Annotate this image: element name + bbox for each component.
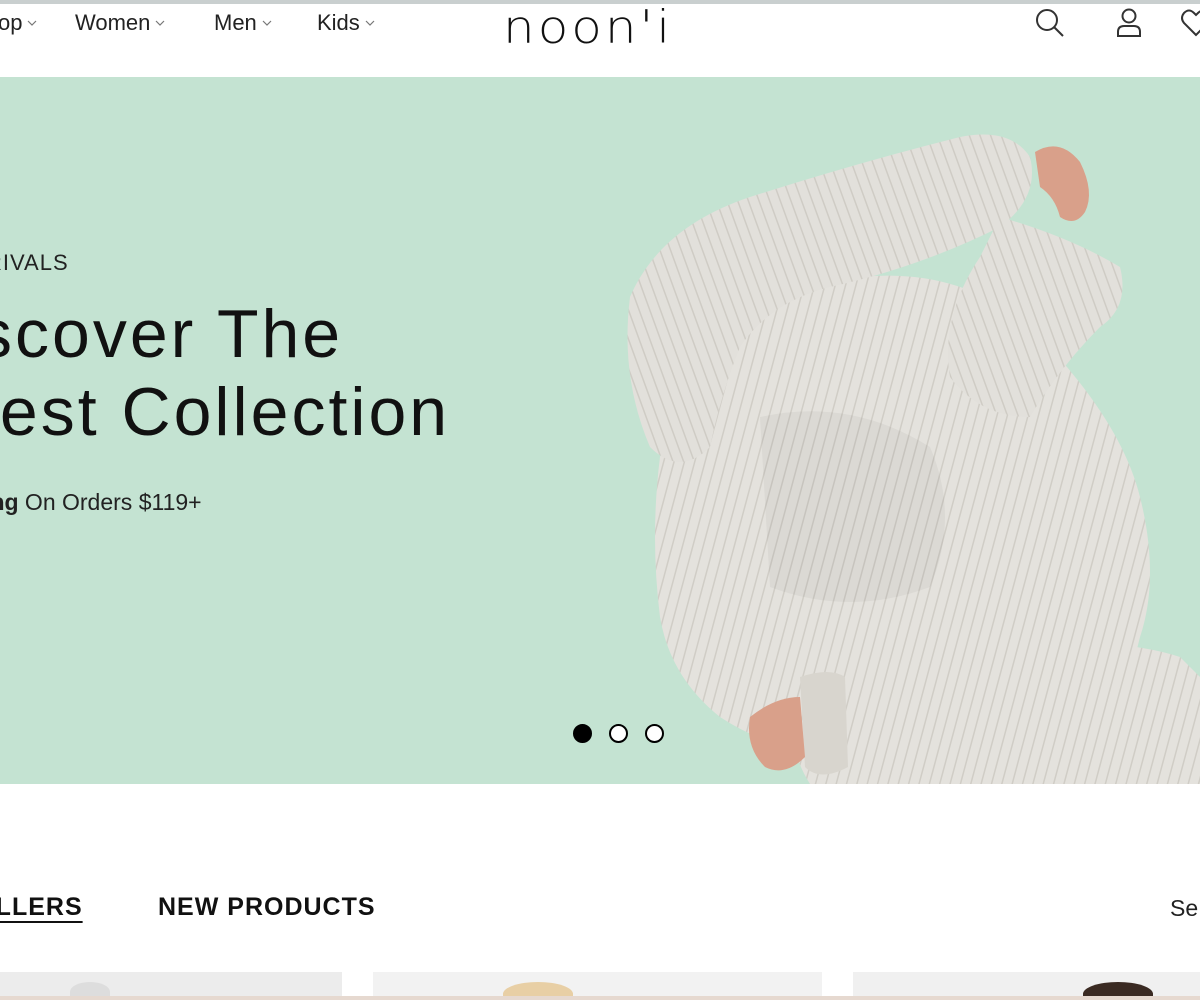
site-logo[interactable]: noon'i [503,1,673,53]
hero-offer: ping On Orders $119+ [0,489,202,516]
chevron-down-icon [155,20,165,26]
chevron-down-icon [262,20,272,26]
hero-model-sweater-image [627,134,1200,784]
nav-item-label: Women [75,10,151,35]
heart-icon[interactable] [1180,6,1200,40]
hero-headline-line-1: scover The [0,296,344,372]
chevron-down-icon [365,20,375,26]
slide-dot-2[interactable] [609,724,628,743]
tab-best-sellers[interactable]: ELLERS [0,893,83,922]
hero-headline: scover The test Collection [0,295,450,451]
slide-dot-1[interactable] [573,724,592,743]
site-header: op Women Men Kids noon'i [0,1,1200,77]
nav-item-men[interactable]: Men [214,10,273,36]
search-icon[interactable] [1034,6,1066,40]
hero-banner: RIVALS scover The test Collection ping O… [0,77,1200,784]
hero-eyebrow: RIVALS [0,250,69,275]
hero-headline-line-2: test Collection [0,374,451,450]
slide-dot-3[interactable] [645,724,664,743]
nav-item-label: Men [214,10,257,35]
bottom-edge [0,996,1200,1000]
hero-slide-dots [573,724,664,743]
chevron-down-icon [28,20,37,26]
nav-item-shop[interactable]: op [0,10,38,36]
tab-new-products[interactable]: NEW PRODUCTS [158,893,376,922]
nav-item-label: op [0,10,23,35]
nav-item-women[interactable]: Women [75,10,166,36]
hero-offer-text: On Orders $119+ [18,489,202,515]
nav-item-kids[interactable]: Kids [317,10,376,36]
hero-offer-bold: ping [0,489,19,515]
nav-item-label: Kids [317,10,360,35]
see-all-link[interactable]: Se [1170,895,1198,922]
user-icon[interactable] [1113,6,1145,40]
